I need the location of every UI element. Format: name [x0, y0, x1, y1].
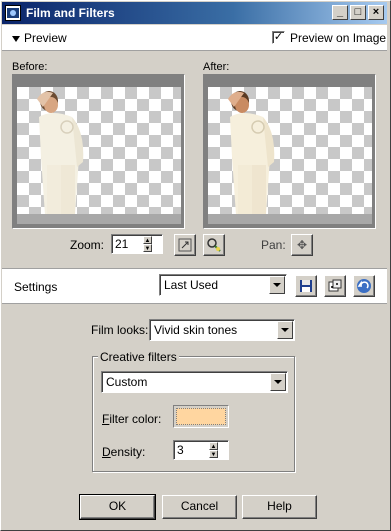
after-image — [208, 87, 372, 215]
density-value: 3 — [177, 443, 184, 457]
zoom-spin-arrows[interactable]: ▲ ▼ — [143, 236, 161, 252]
chevron-down-icon[interactable] — [277, 321, 293, 339]
film-looks-dropdown[interactable]: Vivid skin tones — [149, 319, 295, 341]
app-icon — [5, 5, 21, 21]
preview-toggle-label: Preview — [24, 31, 67, 45]
preview-on-image-checkbox[interactable]: ✓ — [272, 31, 285, 44]
zoom-spinner[interactable]: 21 ▲ ▼ — [111, 234, 163, 254]
zoom-down-arrow-icon[interactable]: ▼ — [143, 244, 152, 252]
filter-color-label: Filter color: — [102, 412, 162, 426]
before-preview-footer — [17, 214, 181, 224]
zoom-up-arrow-icon[interactable]: ▲ — [143, 236, 152, 244]
pan-button[interactable]: ✥ — [291, 234, 313, 256]
creative-filters-group-title: Creative filters — [98, 350, 179, 364]
dice-icon — [328, 279, 342, 292]
cancel-button[interactable]: Cancel — [162, 495, 237, 519]
density-up-arrow-icon[interactable]: ▲ — [209, 442, 218, 450]
chevron-down-icon[interactable] — [269, 276, 285, 294]
preview-header: Preview ✓ Preview on Image — [2, 25, 387, 51]
window-title: Film and Filters — [26, 6, 115, 20]
reset-button[interactable] — [353, 275, 375, 297]
maximize-button[interactable]: □ — [350, 5, 366, 20]
zoom-100-button[interactable] — [203, 234, 225, 256]
minimize-button[interactable]: _ — [332, 5, 348, 20]
pan-label: Pan: — [261, 238, 286, 252]
settings-bar: Settings Last Used — [2, 268, 387, 304]
before-preview[interactable] — [12, 74, 185, 229]
collapse-arrow-icon — [12, 36, 20, 43]
zoom-label: Zoom: — [70, 238, 105, 252]
help-button[interactable]: Help — [242, 495, 317, 519]
density-spinner[interactable]: 3 ▲ ▼ — [173, 440, 229, 460]
fit-arrow-icon — [178, 238, 192, 252]
after-preview[interactable] — [203, 74, 376, 229]
ok-button[interactable]: OK — [79, 494, 156, 520]
randomize-button[interactable] — [324, 275, 346, 297]
title-bar[interactable]: Film and Filters _ □ × — [2, 2, 387, 24]
creative-filter-value: Custom — [106, 375, 148, 389]
move-arrows-icon: ✥ — [296, 238, 308, 252]
floppy-disk-icon — [300, 280, 312, 292]
after-preview-footer — [208, 214, 372, 224]
settings-label: Settings — [14, 280, 58, 294]
density-label: Density: — [102, 445, 146, 459]
close-button[interactable]: × — [368, 5, 384, 20]
creative-filter-dropdown[interactable]: Custom — [101, 371, 288, 393]
film-looks-value: Vivid skin tones — [154, 323, 238, 337]
zoom-value: 21 — [115, 237, 129, 251]
filter-color-fill — [176, 408, 226, 425]
film-looks-label: Film looks: — [91, 323, 149, 337]
before-image — [17, 87, 181, 215]
density-down-arrow-icon[interactable]: ▼ — [209, 450, 218, 458]
magnifier-icon — [207, 238, 221, 252]
settings-preset-value: Last Used — [164, 278, 219, 292]
density-spin-arrows[interactable]: ▲ ▼ — [209, 442, 227, 458]
save-preset-button[interactable] — [295, 275, 317, 297]
chevron-down-icon[interactable] — [270, 373, 286, 391]
zoom-to-fit-button[interactable] — [174, 234, 196, 256]
before-label: Before: — [12, 61, 48, 73]
preview-toggle[interactable]: Preview — [12, 31, 67, 45]
after-label: After: — [203, 61, 230, 73]
filter-color-swatch[interactable] — [173, 405, 229, 428]
preview-on-image-label: Preview on Image — [290, 31, 387, 45]
settings-preset-dropdown[interactable]: Last Used — [159, 274, 287, 296]
undo-arrow-icon — [357, 279, 371, 293]
